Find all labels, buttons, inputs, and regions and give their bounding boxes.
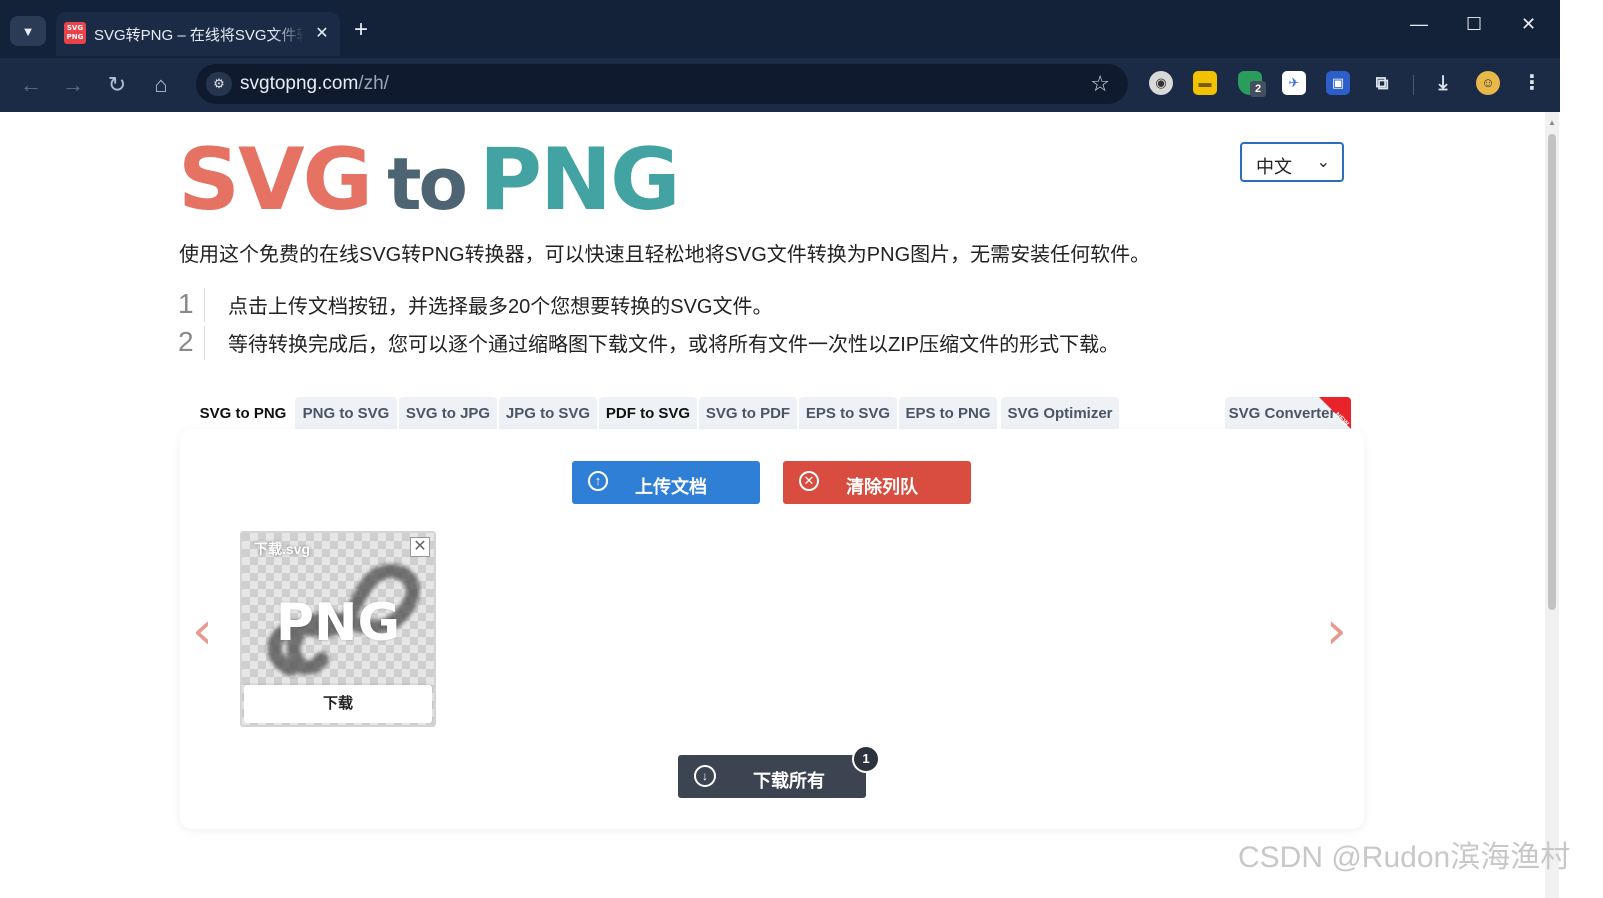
site-info-icon[interactable]: ⚙ [206,72,232,96]
tab-svg-converter[interactable]: SVG Converter NEW [1225,397,1351,429]
step-number: 1 [178,288,205,322]
forward-icon[interactable]: → [58,70,88,100]
download-file-button[interactable]: 下载 [244,685,432,723]
logo-part-to: to [387,142,468,226]
chevron-down-icon: ⌄ [1316,154,1330,171]
site-logo[interactable]: SVG to PNG [178,130,681,230]
tab-pdf-to-svg[interactable]: PDF to SVG [599,397,697,429]
address-bar[interactable]: ⚙ svgtopng.com/zh/ ☆ [196,64,1128,104]
carousel-prev-icon[interactable]: ‹ [192,601,213,661]
tab-jpg-to-svg[interactable]: JPG to SVG [499,397,597,429]
tab-svg-to-pdf[interactable]: SVG to PDF [699,397,797,429]
file-name: 下载.svg [254,541,311,557]
tab-close-icon[interactable]: ✕ [312,24,332,44]
clear-label: 清除列队 [846,477,918,497]
extension-lock-icon[interactable]: ▣ [1326,71,1350,95]
back-icon[interactable]: ← [16,70,46,100]
extensions-puzzle-icon[interactable]: ⧉ [1370,71,1394,95]
language-value: 中文 [1256,157,1292,177]
scroll-up-icon[interactable]: ▲ [1548,118,1556,127]
download-all-label: 下载所有 [753,771,825,791]
url-path: /zh/ [358,73,389,94]
scroll-thumb[interactable] [1548,134,1556,610]
tab-eps-to-svg[interactable]: EPS to SVG [799,397,897,429]
remove-file-icon[interactable]: ✕ [410,537,430,557]
desktop-edge [1560,0,1603,898]
converter-panel: ↑ 上传文档 ✕ 清除列队 ‹ › PNG 下载.svg ✕ 下载 ↓ 下载所有… [180,429,1364,829]
favicon-icon: SVG PNG [64,22,86,44]
logo-part-svg: SVG [178,130,373,230]
new-tab-button[interactable]: + [354,18,368,42]
maximize-icon[interactable]: ☐ [1466,14,1482,35]
extension-owl-icon[interactable]: ◉ [1149,71,1173,95]
home-icon[interactable]: ⌂ [146,70,176,100]
page-scrollbar[interactable]: ▲ [1545,112,1559,898]
tab-svg-optimizer[interactable]: SVG Optimizer [1001,397,1119,429]
avatar[interactable]: ☺ [1476,71,1500,95]
downloads-icon[interactable]: ⤓ [1431,71,1455,95]
download-all-button[interactable]: ↓ 下载所有 1 [678,745,880,798]
bookmark-star-icon[interactable]: ☆ [1090,71,1110,97]
url-host: svgtopng.com [240,73,359,94]
file-thumbnail[interactable]: PNG 下载.svg ✕ 下载 [240,531,436,727]
browser-toolbar: ← → ↻ ⌂ ⚙ svgtopng.com/zh/ ☆ ◉ ▬ 2 ✈ ▣ ⧉… [0,58,1590,112]
extension-notes-icon[interactable]: ▬ [1193,71,1217,95]
clear-queue-button[interactable]: ✕ 清除列队 [783,461,971,504]
chevron-down-icon: ▼ [21,23,35,39]
menu-kebab-icon[interactable]: ⋮ [1520,71,1544,95]
logo-part-png: PNG [478,130,681,230]
reload-icon[interactable]: ↻ [102,70,132,100]
tab-svg-to-jpg[interactable]: SVG to JPG [399,397,497,429]
upload-label: 上传文档 [635,477,707,497]
extension-shield-icon[interactable]: 2 [1238,71,1266,97]
preview-text: PNG [275,593,401,653]
browser-tab-active[interactable]: SVG PNG SVG转PNG – 在线将SVG文件转 ✕ [56,12,340,56]
tab-search-button[interactable]: ▼ [10,16,46,46]
carousel-next-icon[interactable]: › [1326,601,1347,661]
tab-bar: ▼ SVG PNG SVG转PNG – 在线将SVG文件转 ✕ + — ☐ ✕ [0,0,1590,58]
count-badge: 1 [852,745,880,773]
step-number: 2 [178,326,205,360]
tab-title: SVG转PNG – 在线将SVG文件转 [94,27,304,44]
tab-png-to-svg[interactable]: PNG to SVG [295,397,397,429]
close-window-icon[interactable]: ✕ [1521,14,1536,35]
step-text: 点击上传文档按钮，并选择最多20个您想要转换的SVG文件。 [228,296,773,318]
toolbar-divider [1413,75,1414,95]
intro-text: 使用这个免费的在线SVG转PNG转换器，可以快速且轻松地将SVG文件转换为PNG… [179,244,1151,266]
step-text: 等待转换完成后，您可以逐个通过缩略图下载文件，或将所有文件一次性以ZIP压缩文件… [228,334,1120,356]
upload-button[interactable]: ↑ 上传文档 [572,461,760,504]
url-text[interactable]: svgtopng.com/zh/ [240,73,389,95]
extension-bird-icon[interactable]: ✈ [1282,71,1306,95]
extension-badge: 2 [1250,81,1266,97]
tab-eps-to-png[interactable]: EPS to PNG [899,397,997,429]
minimize-icon[interactable]: — [1410,14,1428,35]
tab-svg-to-png[interactable]: SVG to PNG [193,397,293,429]
watermark: CSDN @Rudon滨海渔村 [1238,841,1571,874]
language-select[interactable]: 中文 ⌄ [1240,142,1344,182]
